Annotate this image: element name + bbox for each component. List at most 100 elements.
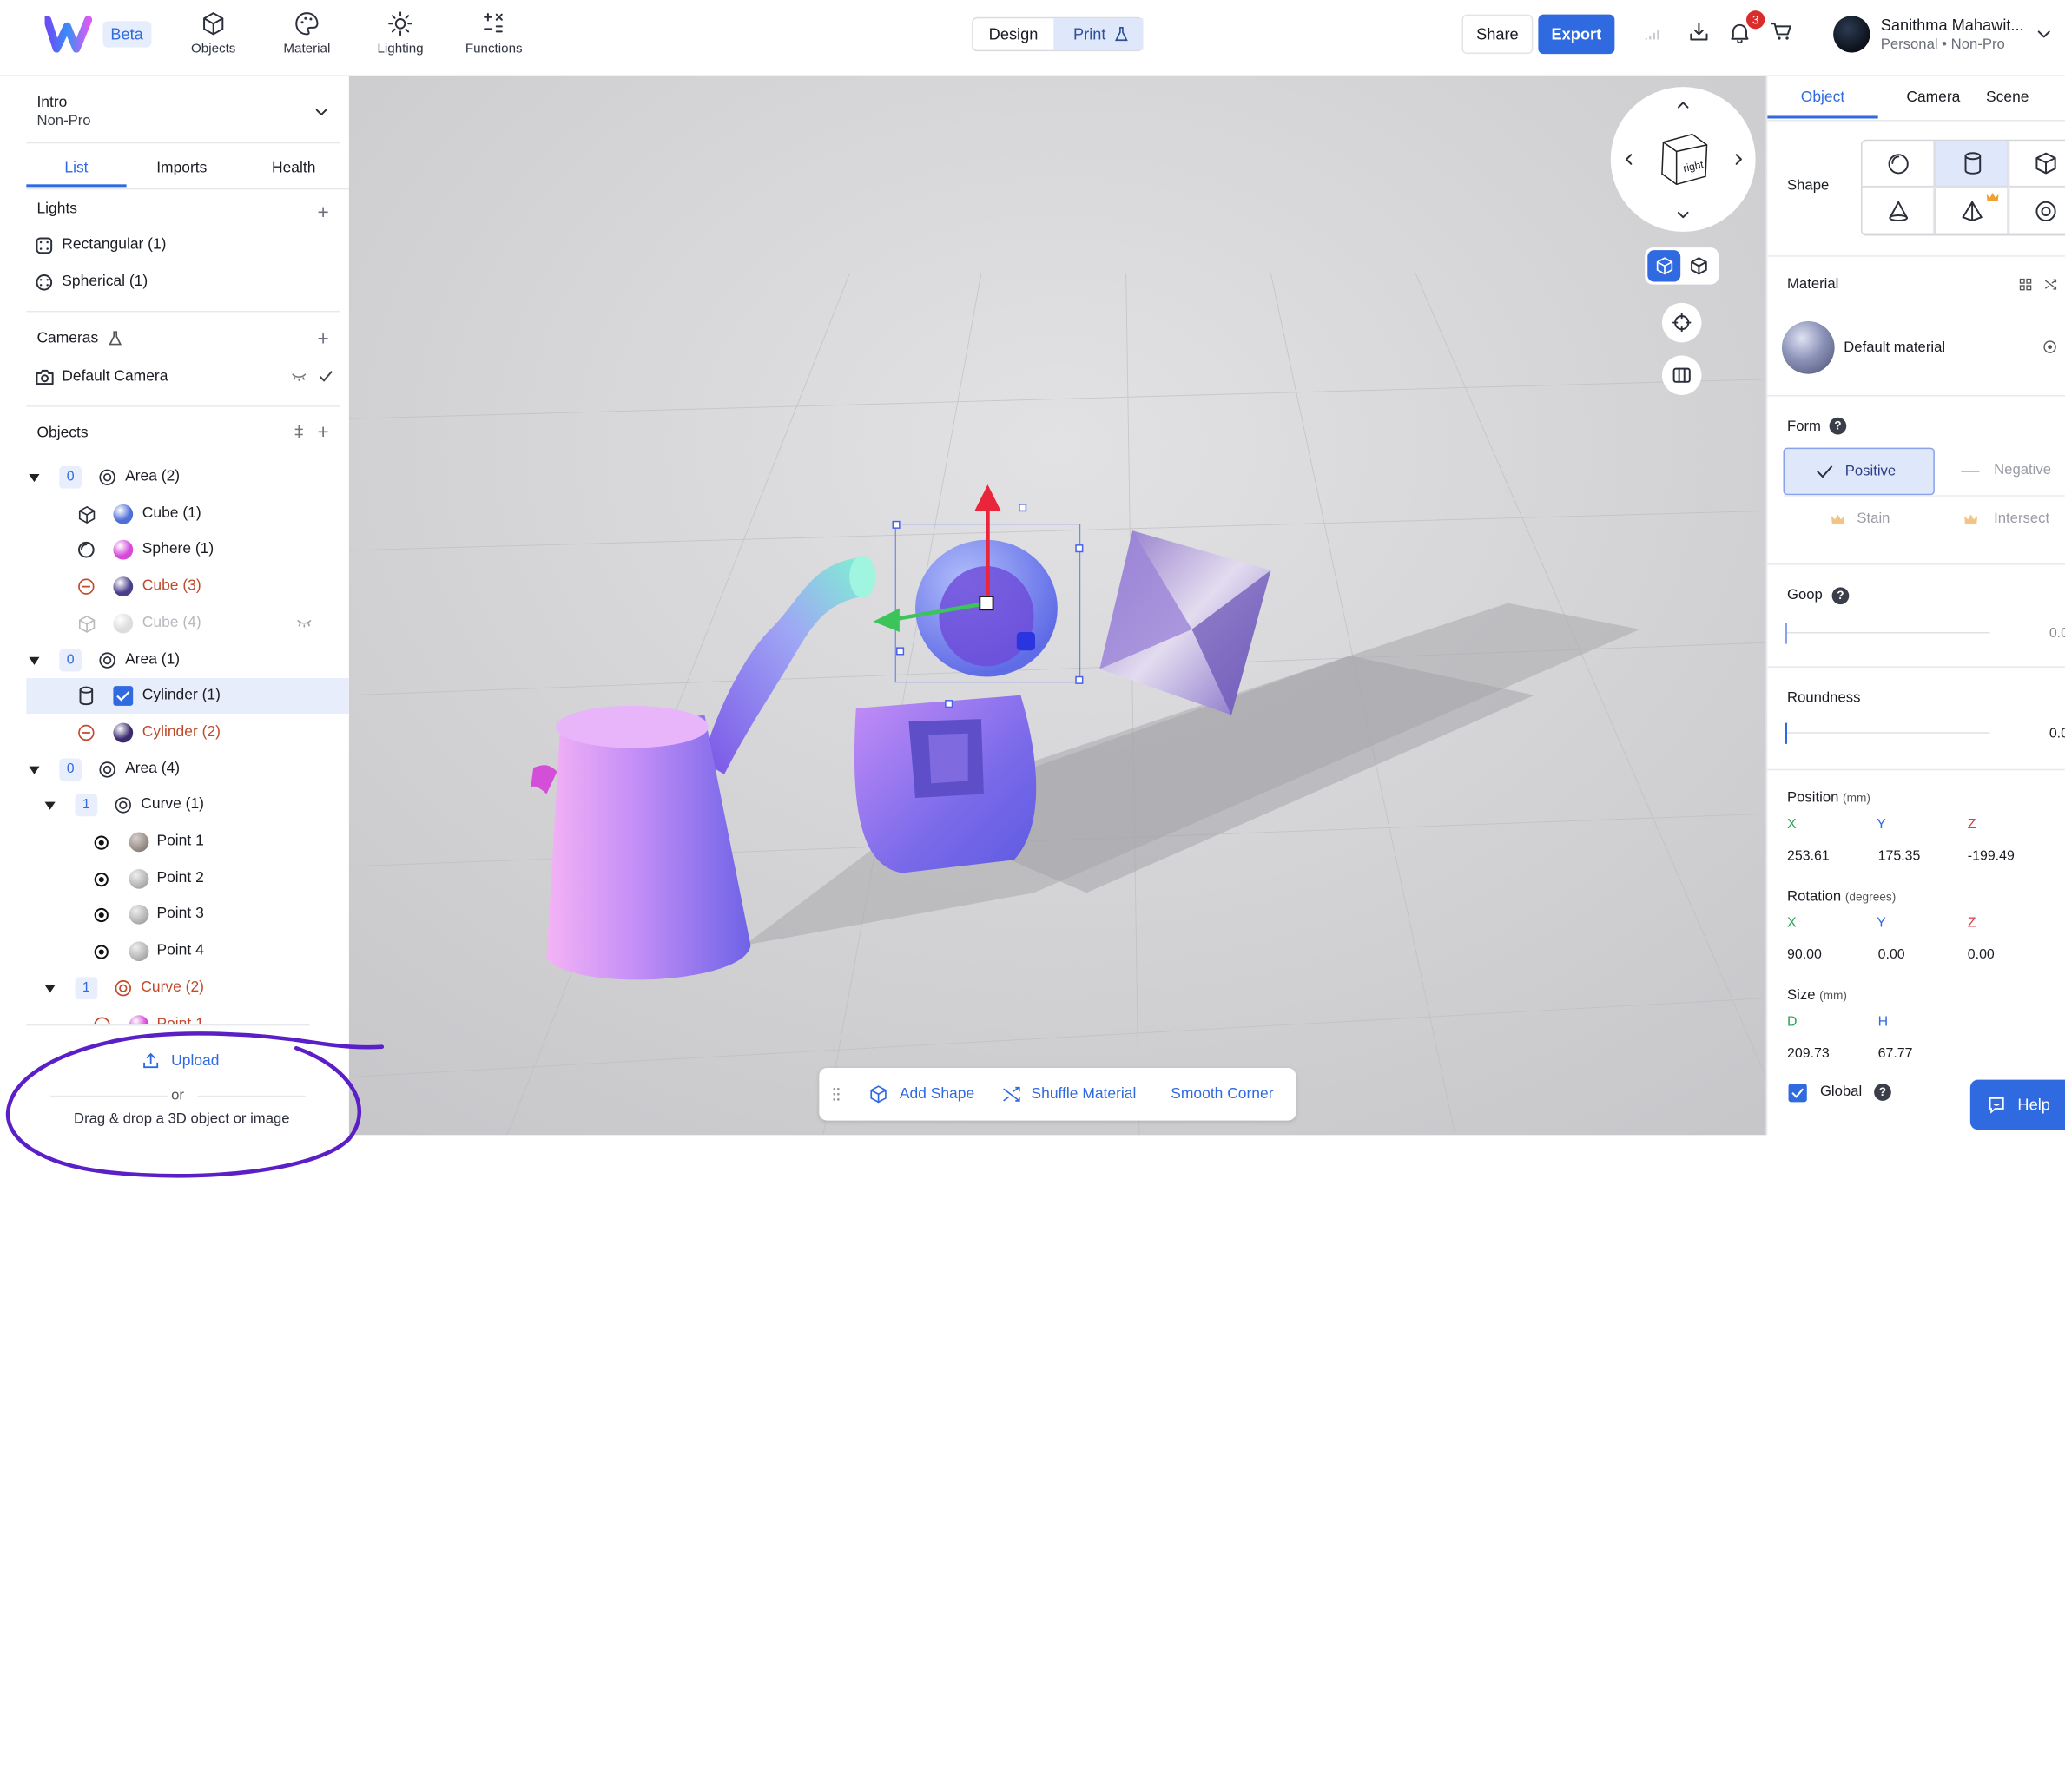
tab-health[interactable]: Health [244,150,344,187]
perspective-button[interactable] [1647,250,1681,282]
design-mode-button[interactable]: Design [973,18,1054,49]
global-help-icon[interactable]: ? [1874,1084,1891,1101]
cart-icon[interactable] [1770,21,1792,42]
camera-item-default[interactable]: Default Camera [26,359,349,395]
form-help-icon[interactable]: ? [1829,417,1847,435]
position-z-input[interactable]: -199.49 [1968,848,2015,864]
target-icon[interactable] [2042,339,2057,354]
add-object-plus-icon[interactable]: + [318,421,329,444]
selected-checkbox[interactable] [113,686,134,707]
material-swatch[interactable] [129,941,149,962]
material-swatch[interactable] [129,868,149,889]
tree-object-row[interactable]: Cylinder (2) [26,715,349,750]
goop-slider-thumb[interactable] [1784,623,1788,644]
eye-closed-icon[interactable] [296,618,312,628]
position-y-input[interactable]: 175.35 [1878,848,1921,864]
chevron-up-icon[interactable] [1677,100,1690,109]
rotation-x-input[interactable]: 90.00 [1787,946,1822,962]
shape-cone-option[interactable] [1862,187,1935,234]
material-swatch[interactable] [129,832,149,853]
orthographic-cube-icon[interactable] [1690,257,1708,275]
export-button[interactable]: Export [1538,14,1615,55]
form-stain-option[interactable]: Stain [1783,495,1935,543]
check-icon[interactable] [319,370,333,383]
drag-handle-icon[interactable] [832,1086,840,1102]
lighting-tool-button[interactable]: Lighting [364,10,438,66]
tree-area-row[interactable]: 0 Area (4) [26,751,349,787]
download-icon[interactable] [1688,21,1709,42]
tree-area-row[interactable]: 0 Area (1) [26,642,349,677]
form-intersect-option[interactable]: Intersect [1934,495,2065,543]
tree-object-row[interactable]: Cylinder (1) [26,678,349,715]
shape-torus-option[interactable] [2008,187,2065,234]
shape-pyramid-option[interactable] [1934,187,2009,234]
shuffle-icon[interactable] [2044,278,2057,291]
material-swatch[interactable] [113,722,134,743]
material-swatch[interactable] [113,613,134,634]
tree-area-row[interactable]: 0 Area (2) [26,459,349,495]
roundness-value[interactable]: 0.0 [2049,726,2065,741]
material-swatch[interactable] [113,540,134,561]
shuffle-material-button[interactable]: Shuffle Material [1002,1068,1136,1121]
light-item-rectangular[interactable]: Rectangular (1) [26,227,349,263]
tree-object-row[interactable]: Sphere (1) [26,532,349,568]
shape-sphere-option[interactable] [1862,141,1935,188]
material-name[interactable]: Default material [1844,339,1945,355]
add-light-plus-icon[interactable]: + [318,201,329,224]
expand-caret-icon[interactable] [29,656,40,665]
expand-caret-icon[interactable] [29,766,40,774]
tree-point-row[interactable]: Point 1 [26,824,349,860]
add-camera-plus-icon[interactable]: + [318,328,329,351]
tree-curve-row[interactable]: 1 Curve (1) [26,787,349,823]
3d-scene[interactable] [348,76,1766,1136]
rotation-y-input[interactable]: 0.00 [1878,946,1905,962]
logo[interactable] [44,16,96,53]
grid-icon[interactable] [2019,278,2032,291]
material-swatch[interactable] [113,504,134,524]
tab-camera[interactable]: Camera [1878,76,1989,119]
tab-list[interactable]: List [26,150,127,188]
3d-viewport[interactable]: right Add Shape Shuffle Material Smooth … [348,76,1766,1136]
smooth-corner-button[interactable]: Smooth Corner [1171,1068,1273,1121]
tree-object-row[interactable]: Cube (4) [26,605,349,641]
material-swatch[interactable] [129,905,149,926]
tab-object[interactable]: Object [1767,76,1878,119]
chevron-down-icon[interactable] [1677,211,1690,221]
chevron-down-icon[interactable] [2036,29,2052,39]
share-button[interactable]: Share [1461,14,1534,55]
light-item-spherical[interactable]: Spherical (1) [26,265,349,300]
tree-object-row[interactable]: Cube (3) [26,569,349,604]
goop-slider-track[interactable] [1785,631,1990,634]
eye-closed-icon[interactable] [291,372,307,382]
objects-tool-button[interactable]: Objects [176,10,250,66]
tree-point-row[interactable]: Point 2 [26,860,349,896]
position-x-input[interactable]: 253.61 [1787,848,1830,864]
sort-icon[interactable] [293,424,306,439]
tree-point-row[interactable]: Point 4 [26,933,349,969]
size-h-input[interactable]: 67.77 [1878,1045,1913,1061]
roundness-slider-thumb[interactable] [1784,722,1788,744]
project-chevron-down-icon[interactable] [314,108,327,117]
tree-point-row[interactable]: Point 3 [26,897,349,932]
shape-cube-option[interactable] [2008,141,2065,188]
expand-caret-icon[interactable] [44,985,56,993]
form-positive-option[interactable]: Positive [1783,447,1935,496]
user-avatar[interactable] [1833,16,1870,53]
tree-object-row[interactable]: Cube (1) [26,496,349,531]
rotation-z-input[interactable]: 0.00 [1968,946,1995,962]
goop-value[interactable]: 0.0 [2049,625,2065,641]
expand-caret-icon[interactable] [44,802,56,811]
add-shape-button[interactable]: Add Shape [869,1068,974,1121]
goop-help-icon[interactable]: ? [1831,587,1850,605]
recenter-button[interactable] [1661,302,1702,343]
roundness-slider-track[interactable] [1785,732,1990,734]
global-checkbox[interactable] [1788,1084,1807,1103]
material-preview-swatch[interactable] [1781,321,1835,374]
size-d-input[interactable]: 209.73 [1787,1045,1830,1061]
help-button[interactable]: Help [1969,1079,2065,1130]
chevron-right-icon[interactable] [1734,153,1744,166]
grid-toggle-button[interactable] [1661,355,1702,395]
chevron-left-icon[interactable] [1624,153,1633,166]
tab-imports[interactable]: Imports [132,150,232,187]
functions-tool-button[interactable]: Functions [457,10,531,66]
